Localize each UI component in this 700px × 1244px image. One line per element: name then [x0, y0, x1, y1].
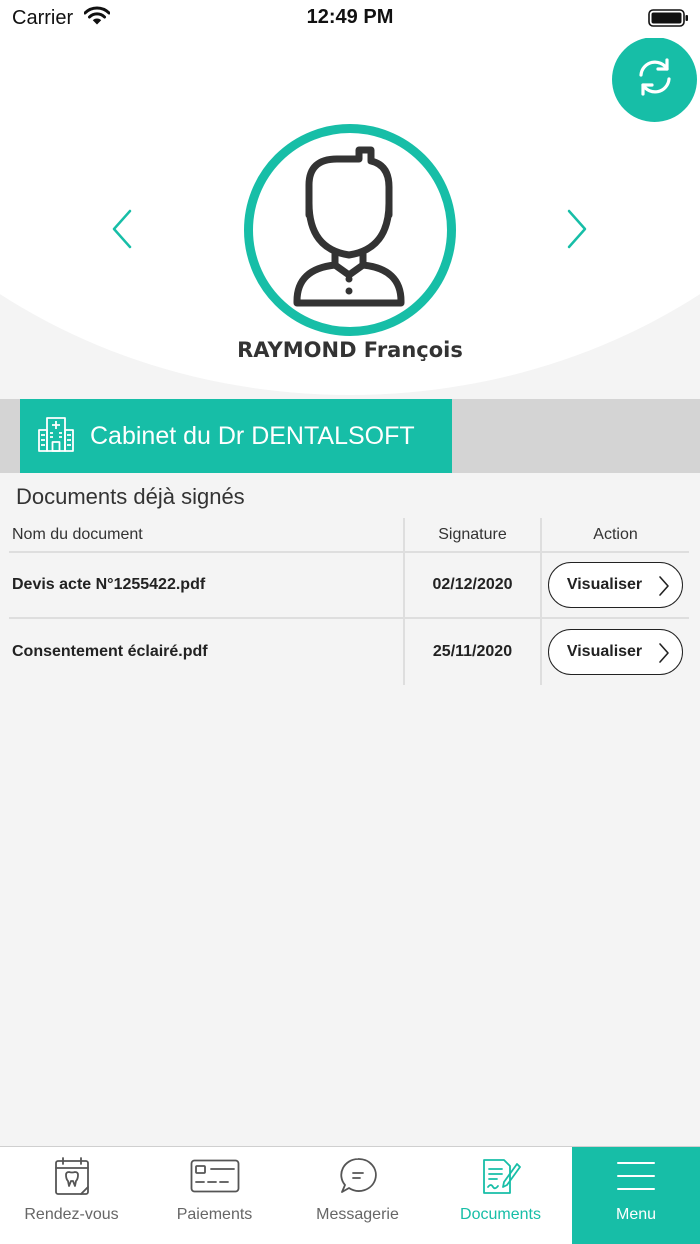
table-header-row: Nom du document Signature Action — [9, 518, 689, 553]
document-name: Consentement éclairé.pdf — [12, 643, 208, 660]
user-avatar-icon — [285, 145, 415, 315]
action-cell: Visualiser — [540, 553, 689, 617]
section-title: Documents déjà signés — [16, 484, 245, 509]
next-patient-button[interactable] — [557, 206, 597, 256]
tab-menu[interactable]: Menu — [572, 1147, 700, 1244]
tab-paiements[interactable]: Paiements — [143, 1147, 286, 1244]
patient-name: RAYMOND François — [237, 338, 463, 362]
chat-bubble-icon — [339, 1155, 377, 1197]
cabinet-tab[interactable]: Cabinet du Dr DENTALSOFT — [20, 399, 452, 473]
bottom-tab-bar: Rendez-vous Paiements Messagerie Documen… — [0, 1146, 700, 1244]
sync-button[interactable] — [612, 37, 697, 122]
previous-patient-button[interactable] — [102, 206, 142, 256]
hamburger-menu-icon — [616, 1155, 656, 1197]
cabinet-name: Cabinet du Dr DENTALSOFT — [90, 421, 415, 450]
tab-label: Paiements — [176, 1206, 253, 1223]
tab-label: Menu — [615, 1206, 657, 1223]
chevron-right-icon — [658, 642, 670, 669]
view-document-button[interactable]: Visualiser — [548, 629, 683, 675]
column-header-signature: Signature — [403, 518, 540, 551]
column-header-name: Nom du document — [12, 525, 143, 543]
tab-messagerie[interactable]: Messagerie — [286, 1147, 429, 1244]
view-button-label: Visualiser — [566, 576, 643, 593]
signature-date: 25/11/2020 — [403, 619, 540, 685]
documents-table: Nom du document Signature Action Devis a… — [9, 518, 689, 685]
refresh-icon — [633, 55, 677, 104]
tab-rendez-vous[interactable]: Rendez-vous — [0, 1147, 143, 1244]
document-sign-icon — [480, 1155, 522, 1197]
status-time: 12:49 PM — [306, 6, 394, 28]
profile-header: RAYMOND François — [0, 0, 700, 400]
view-button-label: Visualiser — [566, 643, 643, 660]
table-row: Consentement éclairé.pdf 25/11/2020 Visu… — [9, 619, 689, 685]
view-document-button[interactable]: Visualiser — [548, 562, 683, 608]
action-cell: Visualiser — [540, 619, 689, 685]
signature-date: 02/12/2020 — [403, 553, 540, 617]
status-bar: Carrier 12:49 PM — [0, 0, 700, 38]
patient-avatar — [244, 124, 456, 336]
hospital-building-icon — [36, 414, 76, 459]
calendar-tooth-icon — [54, 1155, 90, 1197]
tab-label: Messagerie — [316, 1206, 399, 1223]
tab-label: Rendez-vous — [24, 1206, 119, 1223]
credit-card-icon — [190, 1155, 240, 1197]
table-row: Devis acte N°1255422.pdf 02/12/2020 Visu… — [9, 553, 689, 619]
tab-label: Documents — [460, 1206, 541, 1223]
tab-documents[interactable]: Documents — [429, 1147, 572, 1244]
chevron-right-icon — [566, 209, 588, 254]
cabinet-band: Cabinet du Dr DENTALSOFT — [0, 399, 700, 473]
chevron-right-icon — [658, 575, 670, 602]
battery-icon — [648, 8, 690, 33]
document-name: Devis acte N°1255422.pdf — [12, 576, 206, 593]
column-header-action: Action — [540, 518, 689, 551]
chevron-left-icon — [111, 209, 133, 254]
